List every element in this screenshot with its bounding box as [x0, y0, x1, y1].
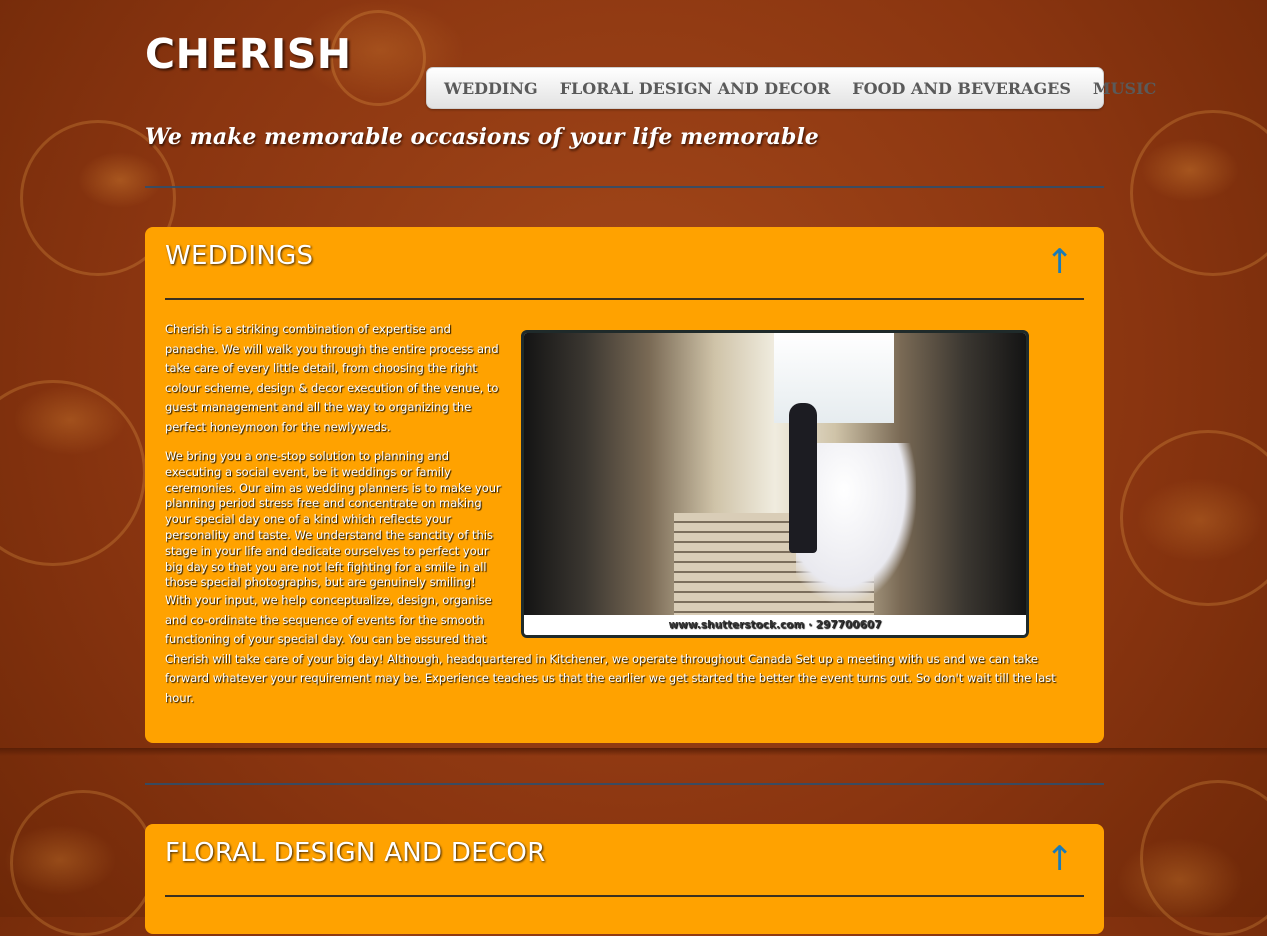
section-title: WEDDINGS [165, 241, 314, 271]
site-logo[interactable]: CHERISH [145, 30, 352, 78]
background-swirl [1140, 780, 1267, 936]
nav-item-wedding[interactable]: WEDDING [444, 79, 538, 98]
tagline: We make memorable occasions of your life… [145, 124, 819, 150]
background-swirl [1130, 110, 1267, 276]
floral-section: FLORAL DESIGN AND DECOR ↑ [145, 824, 1104, 934]
nav-item-floral-design[interactable]: FLORAL DESIGN AND DECOR [560, 79, 831, 98]
photo-groom [789, 403, 817, 553]
background-swirl [0, 380, 146, 566]
section-separator [145, 783, 1104, 785]
nav-item-music[interactable]: MUSIC [1093, 79, 1156, 98]
section-title: FLORAL DESIGN AND DECOR [165, 838, 546, 868]
photo-caption: www.shutterstock.com · 297700607 [524, 615, 1026, 635]
main-nav: WEDDING FLORAL DESIGN AND DECOR FOOD AND… [426, 67, 1156, 109]
background-swirl [1120, 430, 1267, 606]
arrow-up-icon[interactable]: ↑ [1046, 245, 1075, 279]
section-body: www.shutterstock.com · 297700607 Cherish… [165, 320, 1065, 708]
wedding-photo: www.shutterstock.com · 297700607 [521, 330, 1029, 638]
arrow-up-icon[interactable]: ↑ [1046, 842, 1075, 876]
weddings-section: WEDDINGS ↑ www.shutterstock.com · 297700… [145, 227, 1104, 743]
section-divider [165, 895, 1084, 897]
nav-item-food-beverages[interactable]: FOOD AND BEVERAGES [852, 79, 1071, 98]
section-divider [165, 298, 1084, 300]
background-band [0, 748, 1267, 756]
header-divider [145, 186, 1104, 188]
background-swirl [10, 790, 156, 936]
